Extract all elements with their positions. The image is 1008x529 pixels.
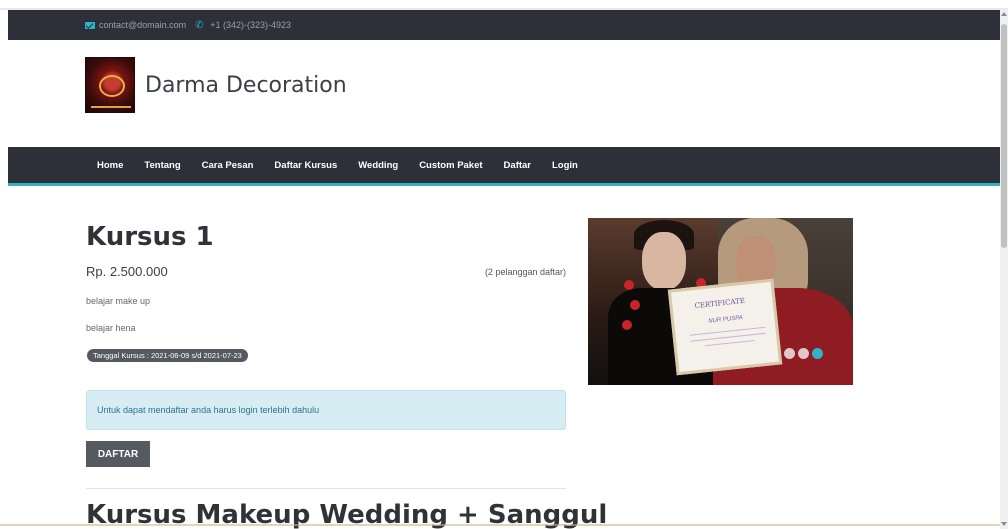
course-description-item: belajar make up [86, 296, 151, 306]
scrollbar[interactable] [1000, 10, 1008, 529]
section-divider [86, 488, 566, 489]
flower-decoration [622, 320, 632, 330]
daftar-button[interactable]: DAFTAR [86, 441, 150, 467]
contact-phone[interactable]: +1 (342)-(323)-4923 [210, 20, 291, 30]
nav-cara-pesan[interactable]: Cara Pesan [202, 160, 254, 171]
brand-name[interactable]: Darma Decoration [145, 73, 347, 98]
nav-home[interactable]: Home [97, 160, 123, 171]
login-alert: Untuk dapat mendaftar anda harus login t… [86, 390, 566, 430]
certificate-name: NUR PUSPA [708, 315, 744, 325]
subscriber-count: (2 pelanggan daftar) [484, 267, 566, 277]
nav-custom-paket[interactable]: Custom Paket [419, 160, 482, 171]
phone-icon: ✆ [195, 19, 204, 31]
nav-wedding[interactable]: Wedding [358, 160, 398, 171]
contact-email[interactable]: contact@domain.com [99, 20, 186, 30]
certificate-image: CERTIFICATE NUR PUSPA [667, 278, 783, 376]
main-nav: Home Tentang Cara Pesan Daftar Kursus We… [8, 147, 1000, 186]
nav-daftar[interactable]: Daftar [504, 160, 531, 171]
scroll-down-arrow-icon[interactable] [1001, 522, 1007, 526]
flower-decoration [630, 300, 640, 310]
carousel-dot[interactable] [784, 348, 795, 359]
browser-edge [0, 524, 1000, 526]
course-title: Kursus 1 [86, 222, 214, 252]
image-carousel[interactable]: CERTIFICATE NUR PUSPA [588, 218, 853, 385]
scroll-up-arrow-icon[interactable] [1001, 12, 1007, 16]
carousel-dot[interactable] [798, 348, 809, 359]
certificate-title: CERTIFICATE [694, 296, 746, 311]
carousel-dot-active[interactable] [812, 348, 823, 359]
course-date-badge: Tanggal Kursus : 2021-06-09 s/d 2021-07-… [87, 349, 248, 362]
page: contact@domain.com ✆ +1 (342)-(323)-4923… [0, 0, 1008, 529]
envelope-icon [85, 21, 95, 29]
flower-decoration [624, 280, 634, 290]
nav-login[interactable]: Login [552, 160, 578, 171]
site-header: Darma Decoration [8, 40, 1000, 147]
carousel-indicators [784, 348, 823, 359]
brand-logo[interactable] [85, 57, 135, 113]
course-description-item: belajar hena [86, 323, 136, 333]
certificate-text-line [704, 339, 755, 347]
photo-figure [642, 232, 686, 290]
nav-daftar-kursus[interactable]: Daftar Kursus [274, 160, 337, 171]
course-price: Rp. 2.500.000 [86, 264, 168, 279]
scrollbar-thumb[interactable] [1001, 24, 1007, 248]
nav-tentang[interactable]: Tentang [144, 160, 180, 171]
contact-bar: contact@domain.com ✆ +1 (342)-(323)-4923 [8, 10, 1000, 40]
